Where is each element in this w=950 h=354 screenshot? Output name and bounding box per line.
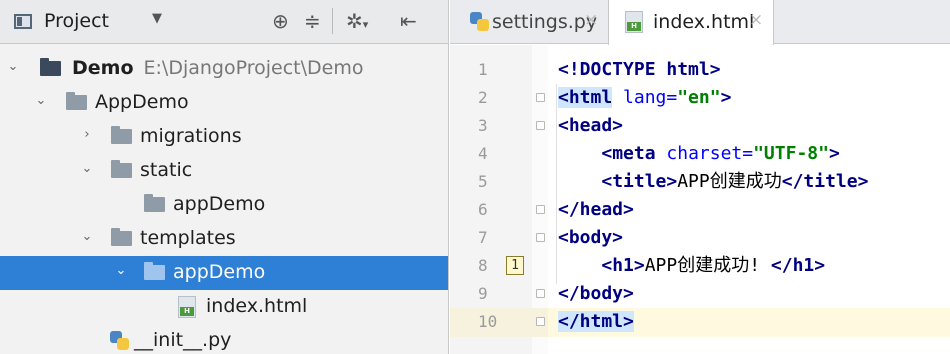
code-line[interactable]: 5 <title>APP创建成功</title> — [450, 168, 950, 196]
code-text: </html> — [558, 311, 634, 332]
line-number: 6 — [478, 200, 488, 219]
folder-icon — [144, 262, 165, 280]
gear-icon[interactable]: ✲▾ — [346, 8, 368, 38]
tree-item-label: Demo — [72, 57, 134, 79]
toolbar-divider — [332, 8, 333, 34]
chevron-down-icon[interactable]: ⌄ — [80, 162, 94, 176]
line-number: 8 — [478, 256, 488, 275]
tree-item-label: appDemo — [173, 261, 266, 283]
fold-marker-icon[interactable] — [536, 205, 545, 214]
code-text: <html lang="en"> — [558, 87, 732, 108]
code-line[interactable]: 8 1 <h1>APP创建成功! </h1> — [450, 252, 950, 280]
fold-marker-icon[interactable] — [536, 317, 545, 326]
html-file-icon: H — [178, 296, 196, 318]
tree-item-templates[interactable]: ⌄ templates — [0, 222, 448, 256]
crosshair-icon[interactable]: ⊕ — [272, 8, 289, 34]
line-number: 1 — [478, 60, 488, 79]
line-number: 5 — [478, 172, 488, 191]
folder-icon — [40, 58, 61, 76]
folder-icon — [111, 228, 132, 246]
tree-item-appdemo[interactable]: ⌄ AppDemo — [0, 86, 448, 120]
fold-marker-icon[interactable] — [536, 121, 545, 130]
chevron-down-icon[interactable]: ⌄ — [80, 230, 94, 244]
line-number: 7 — [478, 228, 488, 247]
project-path: E:\DjangoProject\Demo — [143, 57, 364, 79]
bookmark-icon[interactable]: 1 — [506, 256, 524, 275]
fold-marker-icon[interactable] — [536, 233, 545, 242]
code-line[interactable]: 7 <body> — [450, 224, 950, 252]
code-line-current[interactable]: 10 </html> — [450, 308, 950, 336]
chevron-down-icon[interactable]: ⌄ — [6, 60, 20, 74]
triangle-down-icon[interactable]: ▼ — [152, 11, 162, 26]
folder-icon — [66, 92, 87, 110]
line-number: 4 — [478, 144, 488, 163]
project-view-icon — [14, 14, 32, 29]
code-text: <head> — [558, 115, 624, 136]
code-line[interactable]: 4 <meta charset="UTF-8"> — [450, 140, 950, 168]
line-number: 2 — [478, 88, 488, 107]
python-file-icon — [110, 331, 130, 351]
chevron-down-icon[interactable]: ⌄ — [114, 264, 128, 278]
tree-item-label: migrations — [140, 125, 242, 147]
tree-item-label: __init__.py — [134, 329, 232, 351]
code-line[interactable]: 3 <head> — [450, 112, 950, 140]
close-icon[interactable]: × — [749, 10, 763, 30]
tree-item-migrations[interactable]: › migrations — [0, 120, 448, 154]
tree-item-index-html[interactable]: H index.html — [0, 290, 448, 324]
project-panel-header: Project ▼ ⊕ ≑ ✲▾ ⇤ — [0, 0, 448, 44]
line-number: 3 — [478, 116, 488, 135]
tree-item-demo[interactable]: ⌄ Demo E:\DjangoProject\Demo — [0, 52, 448, 86]
chevron-down-icon[interactable]: ⌄ — [34, 94, 48, 108]
hide-panel-icon[interactable]: ⇤ — [400, 8, 417, 34]
code-text: <body> — [558, 227, 624, 248]
fold-marker-icon[interactable] — [536, 93, 545, 102]
tab-index-html[interactable]: H index.html × — [608, 0, 774, 45]
tree-item-static-appdemo[interactable]: appDemo — [0, 188, 448, 222]
html-file-icon: H — [625, 11, 643, 33]
folder-icon — [111, 126, 132, 144]
code-editor: settings.py × H index.html × 1 <!DOCTYPE… — [450, 0, 950, 354]
tree-item-static[interactable]: ⌄ static — [0, 154, 448, 188]
folder-icon — [111, 160, 132, 178]
project-panel: Project ▼ ⊕ ≑ ✲▾ ⇤ ⌄ Demo E:\DjangoProjec… — [0, 0, 449, 354]
tree-item-label: index.html — [206, 295, 308, 317]
line-number: 10 — [478, 312, 498, 331]
line-number: 9 — [478, 284, 488, 303]
tree-item-label: appDemo — [173, 193, 266, 215]
folder-icon — [144, 194, 165, 212]
project-view-selector[interactable]: Project — [44, 10, 109, 32]
tree-item-init-py[interactable]: __init__.py — [0, 324, 448, 354]
tree-item-label: AppDemo — [95, 91, 189, 113]
code-line[interactable]: 9 </body> — [450, 280, 950, 308]
tab-settings-py[interactable]: settings.py × — [450, 0, 604, 44]
code-text: <meta charset="UTF-8"> — [601, 143, 840, 164]
tree-item-label: templates — [140, 227, 236, 249]
python-file-icon — [470, 12, 490, 32]
code-line[interactable]: 2 <html lang="en"> — [450, 84, 950, 112]
tab-label: index.html — [653, 11, 755, 33]
code-text: <!DOCTYPE html> — [558, 59, 721, 80]
code-text: <h1>APP创建成功! </h1> — [601, 255, 826, 276]
code-text: </body> — [558, 283, 634, 304]
code-line[interactable]: 6 </head> — [450, 196, 950, 224]
code-line[interactable]: 1 <!DOCTYPE html> — [450, 56, 950, 84]
code-text: </head> — [558, 199, 634, 220]
code-text: <title>APP创建成功</title> — [601, 171, 869, 192]
chevron-right-icon[interactable]: › — [80, 128, 94, 142]
collapse-all-icon[interactable]: ≑ — [304, 8, 321, 34]
editor-tab-bar: settings.py × H index.html × — [450, 0, 950, 45]
tab-label: settings.py — [492, 11, 598, 33]
tree-item-templates-appdemo[interactable]: ⌄ appDemo — [0, 256, 448, 290]
tree-item-label: static — [140, 159, 193, 181]
close-icon[interactable]: × — [584, 10, 598, 30]
fold-marker-icon[interactable] — [536, 289, 545, 298]
